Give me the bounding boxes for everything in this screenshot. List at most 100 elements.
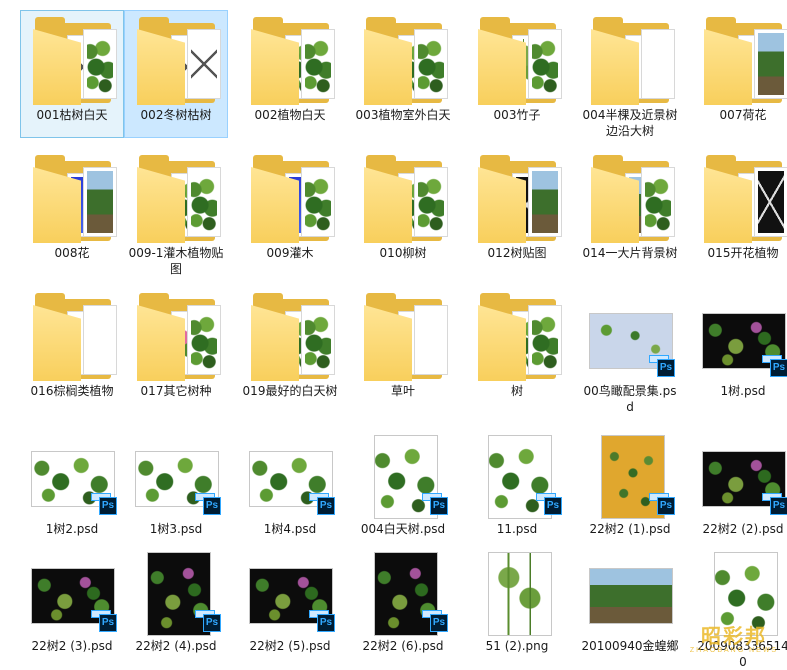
- folder-icon: [358, 15, 450, 107]
- item-label: 015开花植物: [707, 246, 779, 260]
- photoshop-icon: Ps: [770, 359, 787, 377]
- folder-icon: [131, 153, 223, 245]
- item-label: 002冬树枯树: [140, 108, 212, 122]
- photoshop-file-thumbnail: Ps: [585, 291, 677, 383]
- folder-item[interactable]: 009灌木: [238, 148, 342, 276]
- item-label: 016棕榈类植物: [30, 384, 114, 398]
- file-item[interactable]: Ps 004白天树.psd: [351, 424, 455, 552]
- photoshop-icon: Ps: [203, 614, 221, 632]
- item-label: 012树贴图: [487, 246, 547, 260]
- photoshop-icon: Ps: [99, 497, 117, 515]
- folder-icon: [131, 291, 223, 383]
- folder-icon: [131, 15, 223, 107]
- folder-item[interactable]: 014一大片背景树: [578, 148, 682, 276]
- image-thumbnail: [472, 546, 564, 638]
- file-item[interactable]: Ps 22树2 (2).psd: [691, 424, 787, 552]
- folder-item[interactable]: 019最好的白天树: [238, 286, 342, 414]
- folder-item[interactable]: 008花: [20, 148, 124, 276]
- folder-icon: [245, 153, 337, 245]
- folder-icon: [698, 15, 787, 107]
- photoshop-file-thumbnail: Ps: [358, 546, 450, 638]
- item-label: 22树2 (2).psd: [702, 522, 784, 536]
- folder-item[interactable]: 017其它树种: [124, 286, 228, 414]
- photoshop-file-thumbnail: Ps: [131, 429, 223, 521]
- file-item[interactable]: Ps 22树2 (4).psd: [124, 541, 228, 669]
- image-thumbnail: [585, 546, 677, 638]
- photoshop-icon: Ps: [203, 497, 221, 515]
- item-label: 003植物室外白天: [355, 108, 451, 122]
- folder-item[interactable]: 001枯树白天: [20, 10, 124, 138]
- folder-icon: [27, 291, 119, 383]
- folder-item[interactable]: 016棕榈类植物: [20, 286, 124, 414]
- item-label: 2009083365140: [697, 639, 787, 669]
- photoshop-icon: Ps: [317, 497, 335, 515]
- folder-item[interactable]: 草叶: [351, 286, 455, 414]
- file-item[interactable]: 20100940金蝗鄉: [578, 541, 682, 669]
- folder-item[interactable]: 009-1灌木植物贴图: [124, 148, 228, 276]
- photoshop-icon: Ps: [657, 497, 675, 515]
- folder-item[interactable]: 012树贴图: [465, 148, 569, 276]
- item-label: 1树3.psd: [149, 522, 203, 536]
- photoshop-icon: Ps: [99, 614, 117, 632]
- photoshop-file-thumbnail: Ps: [245, 546, 337, 638]
- item-label: 1树4.psd: [263, 522, 317, 536]
- item-label: 1树.psd: [720, 384, 766, 398]
- item-label: 003竹子: [493, 108, 541, 122]
- file-item[interactable]: Ps 00鸟瞰配景集.psd: [578, 286, 682, 414]
- file-item[interactable]: 51 (2).png: [465, 541, 569, 669]
- folder-item[interactable]: 003竹子: [465, 10, 569, 138]
- item-label: 019最好的白天树: [242, 384, 338, 398]
- file-item[interactable]: Ps 1树4.psd: [238, 424, 342, 552]
- file-item[interactable]: Ps 22树2 (3).psd: [20, 541, 124, 669]
- file-item[interactable]: Ps 1树3.psd: [124, 424, 228, 552]
- item-label: 009-1灌木植物贴图: [128, 246, 224, 276]
- file-item[interactable]: Ps 22树2 (6).psd: [351, 541, 455, 669]
- folder-item[interactable]: 007荷花: [691, 10, 787, 138]
- folder-icon: [585, 153, 677, 245]
- item-label: 51 (2).png: [485, 639, 549, 653]
- item-label: 010柳树: [379, 246, 427, 260]
- item-label: 002植物白天: [254, 108, 326, 122]
- folder-icon: [358, 153, 450, 245]
- item-label: 树: [510, 384, 523, 398]
- folder-icon: [472, 291, 564, 383]
- item-label: 004半棵及近景树边沿大树: [582, 108, 678, 138]
- photoshop-file-thumbnail: Ps: [358, 429, 450, 521]
- image-thumbnail: [698, 546, 787, 638]
- file-item[interactable]: Ps 1树.psd: [691, 286, 787, 414]
- folder-item[interactable]: 010柳树: [351, 148, 455, 276]
- item-label: 001枯树白天: [36, 108, 108, 122]
- item-label: 004白天树.psd: [360, 522, 446, 536]
- photoshop-file-thumbnail: Ps: [27, 429, 119, 521]
- folder-icon: [27, 15, 119, 107]
- item-label: 草叶: [390, 384, 415, 398]
- file-item[interactable]: Ps 1树2.psd: [20, 424, 124, 552]
- folder-item[interactable]: 树: [465, 286, 569, 414]
- item-label: 014一大片背景树: [582, 246, 678, 260]
- item-label: 007荷花: [719, 108, 767, 122]
- photoshop-file-thumbnail: Ps: [27, 546, 119, 638]
- photoshop-icon: Ps: [657, 359, 675, 377]
- item-label: 11.psd: [496, 522, 538, 536]
- folder-icon: [245, 291, 337, 383]
- folder-icon: [472, 15, 564, 107]
- folder-item[interactable]: 015开花植物: [691, 148, 787, 276]
- folder-item[interactable]: 003植物室外白天: [351, 10, 455, 138]
- photoshop-icon: Ps: [430, 614, 448, 632]
- folder-icon: [585, 15, 677, 107]
- item-label: 22树2 (1).psd: [589, 522, 671, 536]
- file-item[interactable]: Ps 22树2 (5).psd: [238, 541, 342, 669]
- folder-item[interactable]: 002冬树枯树: [124, 10, 228, 138]
- file-item[interactable]: 2009083365140: [691, 541, 787, 669]
- folder-item[interactable]: 004半棵及近景树边沿大树: [578, 10, 682, 138]
- item-label: 017其它树种: [140, 384, 212, 398]
- item-label: 22树2 (6).psd: [362, 639, 444, 653]
- item-label: 22树2 (4).psd: [135, 639, 217, 653]
- folder-item[interactable]: 002植物白天: [238, 10, 342, 138]
- folder-icon: [358, 291, 450, 383]
- photoshop-file-thumbnail: Ps: [131, 546, 223, 638]
- item-label: 22树2 (3).psd: [31, 639, 113, 653]
- photoshop-icon: Ps: [544, 497, 562, 515]
- file-item[interactable]: Ps 11.psd: [465, 424, 569, 552]
- file-item[interactable]: Ps 22树2 (1).psd: [578, 424, 682, 552]
